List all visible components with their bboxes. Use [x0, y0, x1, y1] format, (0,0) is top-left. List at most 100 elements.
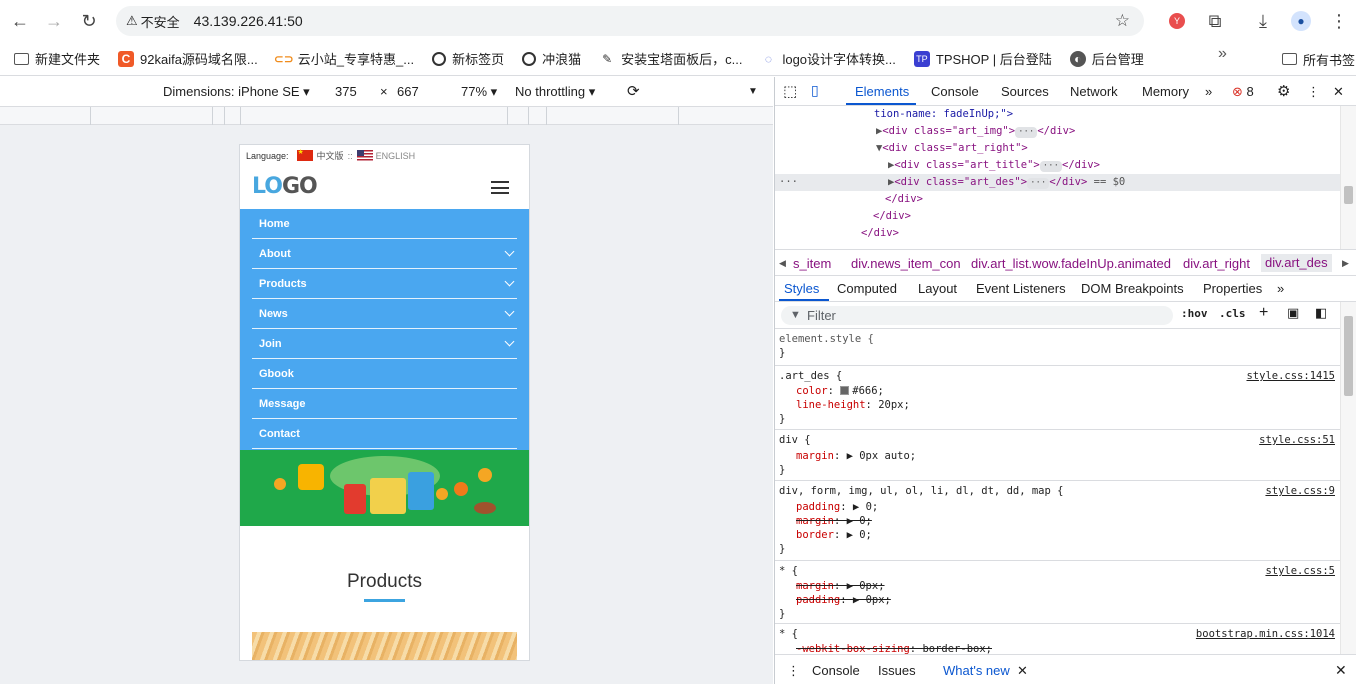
- bookmark-item[interactable]: 冲浪猫: [518, 45, 585, 73]
- bookmark-item[interactable]: 新标签页: [428, 45, 508, 73]
- us-flag-icon[interactable]: [356, 150, 373, 161]
- bookmark-item[interactable]: ⊂⊃ 云小站_专享特惠_...: [272, 45, 418, 73]
- hamburger-menu-icon[interactable]: [491, 181, 509, 194]
- dom-line[interactable]: </div>: [775, 191, 1341, 208]
- styles-scrollbar[interactable]: [1340, 302, 1356, 654]
- bookmark-item[interactable]: C 92kaifa源码域名限...: [114, 45, 262, 73]
- filter-input[interactable]: ▼ Filter: [781, 306, 1173, 325]
- dom-line[interactable]: ▶<div class="art_title"> ··· </div>: [775, 157, 1341, 174]
- close-devtools-icon[interactable]: ✕: [1333, 84, 1344, 100]
- tab-properties[interactable]: Properties: [1203, 281, 1262, 296]
- tab-dom-breakpoints[interactable]: DOM Breakpoints: [1081, 281, 1184, 296]
- cls-toggle[interactable]: .cls: [1219, 307, 1246, 320]
- nav-item-join[interactable]: Join: [252, 329, 517, 359]
- ellipsis-icon[interactable]: ···: [779, 174, 798, 191]
- dom-line[interactable]: tion-name: fadeInUp;">: [775, 106, 1341, 123]
- crumb-item[interactable]: div.art_list.wow.fadeInUp.animated: [971, 256, 1171, 271]
- bookmark-item[interactable]: TP TPSHOP | 后台登陆: [910, 45, 1056, 73]
- nav-item-message[interactable]: Message: [252, 389, 517, 419]
- more-tabs-icon[interactable]: »: [1205, 84, 1212, 99]
- lang-cn-link[interactable]: 中文版: [317, 149, 344, 162]
- dom-line[interactable]: ▼<div class="art_right">: [775, 140, 1341, 157]
- tab-memory[interactable]: Memory: [1142, 84, 1189, 99]
- crumb-item[interactable]: s_item: [793, 256, 831, 271]
- tab-console[interactable]: Console: [931, 84, 979, 99]
- css-property-overridden[interactable]: margin: ▶ 0;: [796, 515, 872, 527]
- close-drawer-icon[interactable]: ✕: [1335, 662, 1347, 679]
- settings-gear-icon[interactable]: ⚙: [1277, 82, 1290, 100]
- chevron-down-icon[interactable]: [504, 336, 515, 347]
- device-options-icon[interactable]: ▼: [748, 86, 758, 97]
- dimensions-select[interactable]: Dimensions: iPhone SE ▾: [163, 84, 310, 100]
- bookmarks-overflow-icon[interactable]: »: [1218, 45, 1227, 63]
- toggle-sidebar-icon[interactable]: ◧: [1315, 305, 1327, 321]
- dom-line[interactable]: </div>: [775, 208, 1341, 225]
- source-link[interactable]: style.css:5: [1265, 565, 1335, 577]
- reload-icon[interactable]: ↻: [71, 3, 107, 39]
- style-rule[interactable]: * { bootstrap.min.css:1014 -webkit-box-s…: [775, 624, 1341, 654]
- style-rule[interactable]: element.style { }: [775, 329, 1341, 366]
- dom-line-selected[interactable]: ··· ▶<div class="art_des"> ··· </div> == $0: [775, 174, 1341, 191]
- china-flag-icon[interactable]: [296, 148, 313, 161]
- address-bar[interactable]: ⚠ 不安全 43.139.226.41:50 ☆: [116, 6, 1144, 36]
- inspect-element-icon[interactable]: ⬚: [783, 82, 797, 100]
- nav-item-contact[interactable]: Contact: [252, 419, 517, 449]
- css-property[interactable]: padding: ▶ 0;: [796, 501, 878, 513]
- drawer-tab-issues[interactable]: Issues: [878, 663, 916, 678]
- tab-sources[interactable]: Sources: [1001, 84, 1049, 99]
- bookmark-item[interactable]: 新建文件夹: [10, 45, 104, 73]
- nav-item-products[interactable]: Products: [252, 269, 517, 299]
- crumb-right-arrow-icon[interactable]: ▶: [1342, 258, 1349, 269]
- rotate-icon[interactable]: ⟳: [627, 82, 640, 100]
- nav-item-about[interactable]: About: [252, 239, 517, 269]
- dom-scrollbar[interactable]: [1340, 106, 1356, 249]
- crumb-item[interactable]: div.news_item_con: [851, 256, 961, 271]
- menu-kebab-icon[interactable]: ⋮: [1320, 7, 1356, 35]
- tab-network[interactable]: Network: [1070, 84, 1118, 99]
- devtools-menu-icon[interactable]: ⋮: [1307, 84, 1320, 100]
- tab-event-listeners[interactable]: Event Listeners: [976, 281, 1066, 296]
- color-swatch[interactable]: [840, 386, 850, 395]
- drawer-tab-console[interactable]: Console: [812, 663, 860, 678]
- more-tabs-icon[interactable]: »: [1277, 281, 1284, 296]
- style-rule[interactable]: .art_des { style.css:1415 color: #666; l…: [775, 366, 1341, 430]
- extensions-puzzle-icon[interactable]: ⧉: [1196, 7, 1234, 35]
- nav-item-gbook[interactable]: Gbook: [252, 359, 517, 389]
- throttling-select[interactable]: No throttling ▾: [515, 84, 595, 100]
- paint-roller-icon[interactable]: ▣: [1287, 305, 1299, 321]
- css-property-overridden[interactable]: padding: ▶ 0px;: [796, 594, 891, 606]
- style-rule[interactable]: div { style.css:51 margin: ▶ 0px auto; }: [775, 430, 1341, 481]
- nav-item-news[interactable]: News: [252, 299, 517, 329]
- css-property-overridden[interactable]: -webkit-box-sizing: border-box;: [796, 643, 992, 654]
- url-text[interactable]: 43.139.226.41:50: [194, 13, 303, 29]
- css-property[interactable]: border: ▶ 0;: [796, 529, 872, 541]
- chevron-down-icon[interactable]: [504, 276, 515, 287]
- zoom-select[interactable]: 77% ▾: [461, 84, 497, 100]
- tab-computed[interactable]: Computed: [837, 281, 897, 296]
- style-rule[interactable]: * { style.css:5 margin: ▶ 0px; padding: …: [775, 561, 1341, 624]
- nav-item-home[interactable]: Home: [252, 209, 517, 239]
- crumb-item[interactable]: div.art_right: [1183, 256, 1250, 271]
- drawer-menu-icon[interactable]: ⋮: [787, 663, 800, 679]
- security-chip[interactable]: ⚠ 不安全: [126, 12, 180, 31]
- lang-en-link[interactable]: ENGLISH: [376, 151, 416, 161]
- hov-toggle[interactable]: :hov: [1181, 307, 1208, 320]
- height-input[interactable]: 667: [397, 84, 419, 99]
- media-query-ruler[interactable]: [0, 107, 773, 125]
- bookmark-item[interactable]: ◐ 后台管理: [1066, 45, 1148, 73]
- style-rule[interactable]: div, form, img, ul, ol, li, dl, dt, dd, …: [775, 481, 1341, 561]
- css-property[interactable]: color: #666;: [796, 385, 884, 397]
- new-rule-icon[interactable]: +: [1259, 304, 1268, 322]
- source-link[interactable]: style.css:1415: [1246, 370, 1335, 382]
- bookmark-star-icon[interactable]: ☆: [1115, 11, 1130, 31]
- profile-avatar-icon[interactable]: ●: [1282, 7, 1320, 35]
- css-property[interactable]: margin: ▶ 0px auto;: [796, 450, 916, 462]
- drawer-tab-whats-new[interactable]: What's new: [943, 663, 1010, 678]
- site-logo[interactable]: LOGO: [252, 174, 318, 199]
- bookmark-item[interactable]: ◌ logo设计字体转换...: [756, 45, 899, 73]
- tab-styles[interactable]: Styles: [784, 281, 819, 296]
- dom-line[interactable]: </div>: [775, 225, 1341, 242]
- back-icon[interactable]: ←: [2, 3, 38, 39]
- width-input[interactable]: 375: [335, 84, 357, 99]
- source-link[interactable]: style.css:9: [1265, 485, 1335, 497]
